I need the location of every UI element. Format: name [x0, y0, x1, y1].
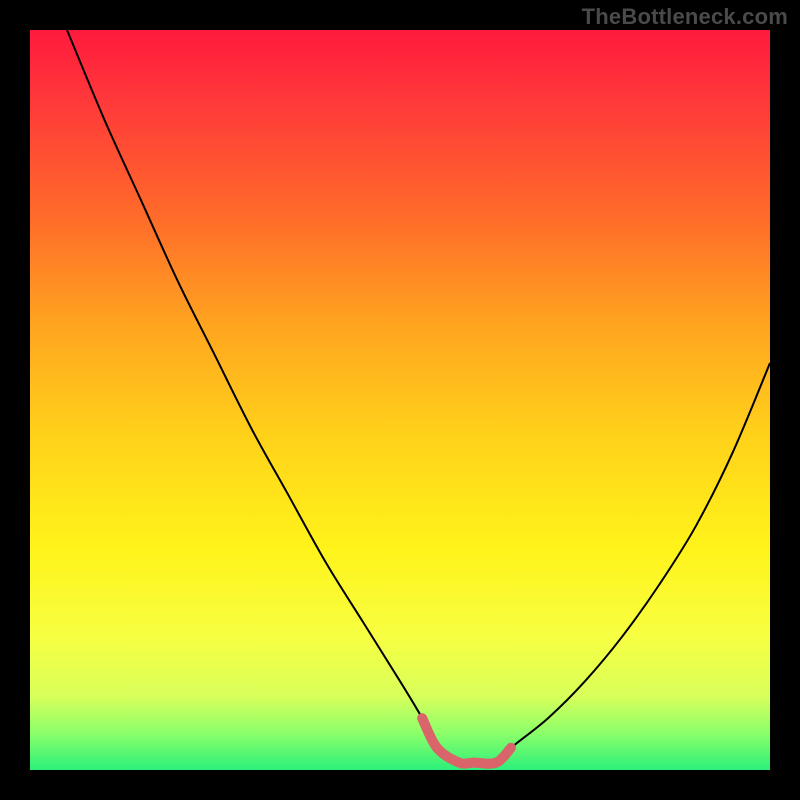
chart-frame: TheBottleneck.com	[0, 0, 800, 800]
highlight-band	[422, 718, 511, 764]
curve-svg	[30, 30, 770, 770]
plot-area	[30, 30, 770, 770]
bottleneck-curve	[67, 30, 770, 764]
watermark-text: TheBottleneck.com	[582, 4, 788, 30]
